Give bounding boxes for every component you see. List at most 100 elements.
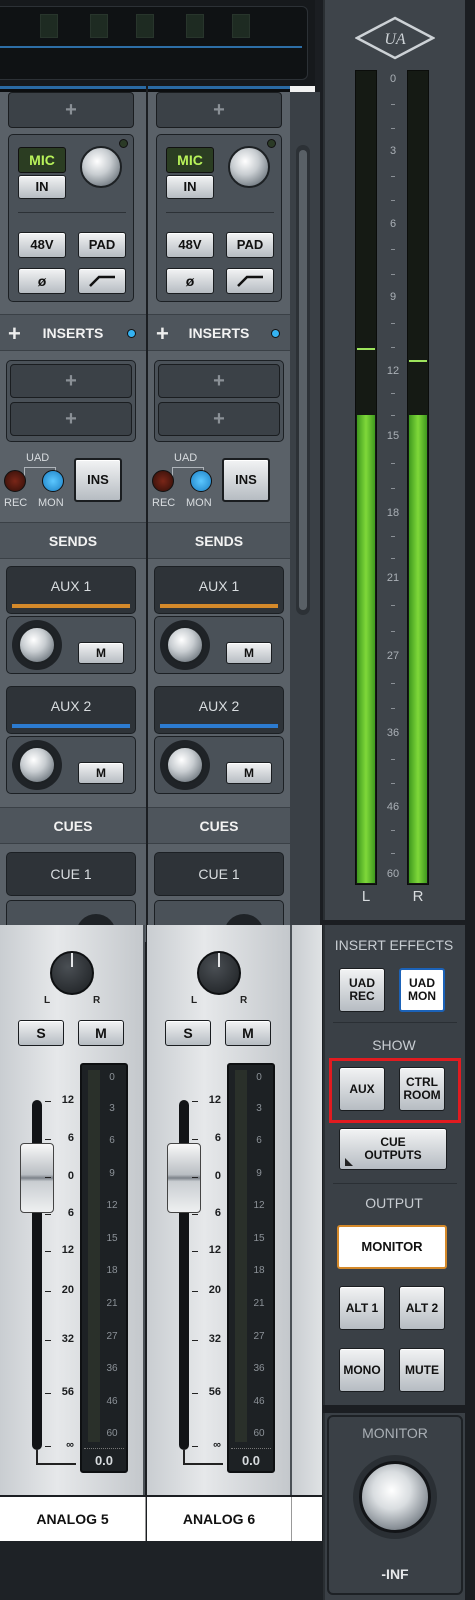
fader-scale-tick: 32 xyxy=(208,1333,221,1345)
master-minor-tick xyxy=(391,630,395,632)
fader-mute-button[interactable]: M xyxy=(78,1020,124,1046)
meter-left-label: L xyxy=(361,888,371,905)
aux2-mute-button[interactable]: M xyxy=(78,762,124,784)
channel-fader-cap[interactable] xyxy=(167,1143,201,1213)
overview-scroll-line[interactable] xyxy=(0,46,302,48)
uad-rec-button[interactable]: UAD REC xyxy=(339,968,385,1012)
uad-mon-led[interactable] xyxy=(42,470,64,492)
solo-button[interactable]: S xyxy=(18,1020,64,1046)
uad-mon-button[interactable]: UAD MON xyxy=(399,968,445,1012)
phantom-48v-button[interactable]: 48V xyxy=(166,232,214,258)
cue-outputs-button[interactable]: CUE OUTPUTS xyxy=(339,1128,447,1170)
insert-slot-1[interactable]: + xyxy=(10,364,132,398)
low-cut-filter-button[interactable] xyxy=(78,268,126,294)
fader-scale-mark xyxy=(45,1340,51,1341)
preamp-gain-knob[interactable] xyxy=(80,146,122,188)
aux2-send-knob[interactable] xyxy=(18,746,56,784)
aux2-send-knob[interactable] xyxy=(166,746,204,784)
master-minor-tick xyxy=(391,200,395,202)
mute-button[interactable]: MUTE xyxy=(399,1348,445,1392)
fader-scale-mark xyxy=(192,1251,198,1252)
alt1-button[interactable]: ALT 1 xyxy=(339,1286,385,1330)
uad-rec-led[interactable] xyxy=(4,470,26,492)
aux1-send-knob[interactable] xyxy=(18,626,56,664)
next-strip-label-edge xyxy=(292,1497,322,1541)
mono-button[interactable]: MONO xyxy=(339,1348,385,1392)
preamp-status-led xyxy=(119,139,128,148)
fader-scale-mark xyxy=(192,1393,198,1394)
add-plugin-slot[interactable]: + xyxy=(156,92,282,128)
fader-strip: L R S M 12 6 0 6 12 20 32 56 ∞ 0 3 6 9 12 15 18 21 27 36 46 60 0.… xyxy=(147,925,292,1495)
ins-button[interactable]: INS xyxy=(74,458,122,502)
fader-base-mark xyxy=(36,1450,38,1464)
channel-name-label[interactable]: ANALOG 6 xyxy=(147,1497,292,1541)
expand-corner-icon xyxy=(345,1158,353,1166)
channel-meter-tick: 46 xyxy=(106,1396,118,1407)
fader-base-mark xyxy=(183,1450,185,1464)
aux1-accent-bar xyxy=(12,604,130,608)
pan-right-label: R xyxy=(240,995,248,1006)
fader-scale-tick: 6 xyxy=(67,1132,74,1144)
master-minor-tick xyxy=(391,830,395,832)
channel-meter-tick: 3 xyxy=(109,1103,115,1114)
phantom-48v-button[interactable]: 48V xyxy=(18,232,66,258)
solo-button[interactable]: S xyxy=(165,1020,211,1046)
phase-invert-button[interactable]: ø xyxy=(166,268,214,294)
channel-meter-tick: 9 xyxy=(109,1168,115,1179)
insert-slot-2[interactable]: + xyxy=(10,402,132,436)
scrollbar-thumb[interactable] xyxy=(299,150,307,610)
insert-slot-2[interactable]: + xyxy=(158,402,280,436)
uad-mon-led[interactable] xyxy=(190,470,212,492)
add-insert-icon[interactable]: + xyxy=(8,321,21,347)
uad-rec-led[interactable] xyxy=(152,470,174,492)
monitor-button[interactable]: MONITOR xyxy=(337,1225,447,1269)
channel-meter-tick: 0 xyxy=(256,1072,262,1083)
channel-meter-tick: 18 xyxy=(106,1265,118,1276)
input-select-button[interactable]: IN xyxy=(166,175,214,199)
preamp-gain-knob[interactable] xyxy=(228,146,270,188)
fader-scale-tick: 6 xyxy=(214,1132,221,1144)
master-minor-tick xyxy=(391,682,395,684)
phase-invert-button[interactable]: ø xyxy=(18,268,66,294)
aux1-send-knob[interactable] xyxy=(166,626,204,664)
monitor-level-knob[interactable] xyxy=(359,1461,431,1533)
aux2-mute-button[interactable]: M xyxy=(226,762,272,784)
low-cut-filter-button[interactable] xyxy=(226,268,274,294)
aux1-mute-button[interactable]: M xyxy=(226,642,272,664)
show-aux-button[interactable]: AUX xyxy=(339,1067,385,1111)
pan-knob-pointer xyxy=(218,953,220,967)
monitor-knob-label: MONITOR xyxy=(362,1425,428,1441)
pan-knob-pointer xyxy=(71,953,73,967)
show-ctrl-room-button[interactable]: CTRL ROOM xyxy=(399,1067,445,1111)
channel-meter-tick: 6 xyxy=(256,1135,262,1146)
master-minor-tick xyxy=(391,605,395,607)
master-minor-tick xyxy=(391,249,395,251)
mic-indicator[interactable]: MIC xyxy=(18,147,66,173)
pad-button[interactable]: PAD xyxy=(226,232,274,258)
input-select-button[interactable]: IN xyxy=(18,175,66,199)
alt2-button[interactable]: ALT 2 xyxy=(399,1286,445,1330)
overview-segment xyxy=(90,14,108,38)
channel-fader-cap[interactable] xyxy=(20,1143,54,1213)
pad-button[interactable]: PAD xyxy=(78,232,126,258)
channel-meter-tick: 21 xyxy=(253,1298,265,1309)
master-minor-tick xyxy=(391,758,395,760)
cue1-label: CUE 1 xyxy=(50,866,92,882)
fader-mute-button[interactable]: M xyxy=(225,1020,271,1046)
aux1-label: AUX 1 xyxy=(50,578,92,594)
master-scale-tick: 46 xyxy=(386,800,400,813)
inserts-header-label: INSERTS xyxy=(188,324,250,341)
fader-scale-mark xyxy=(45,1214,51,1215)
add-insert-icon[interactable]: + xyxy=(156,321,169,347)
mic-indicator[interactable]: MIC xyxy=(166,147,214,173)
bottom-filler xyxy=(0,1541,323,1600)
add-plugin-slot[interactable]: + xyxy=(8,92,134,128)
aux1-mute-button[interactable]: M xyxy=(78,642,124,664)
fader-base-line xyxy=(183,1463,223,1465)
channel-name-label[interactable]: ANALOG 5 xyxy=(0,1497,146,1541)
insert-slot-1[interactable]: + xyxy=(158,364,280,398)
master-minor-tick xyxy=(391,103,395,105)
ins-button[interactable]: INS xyxy=(222,458,270,502)
svg-text:UA: UA xyxy=(384,31,406,48)
aux2-label: AUX 2 xyxy=(50,698,92,714)
